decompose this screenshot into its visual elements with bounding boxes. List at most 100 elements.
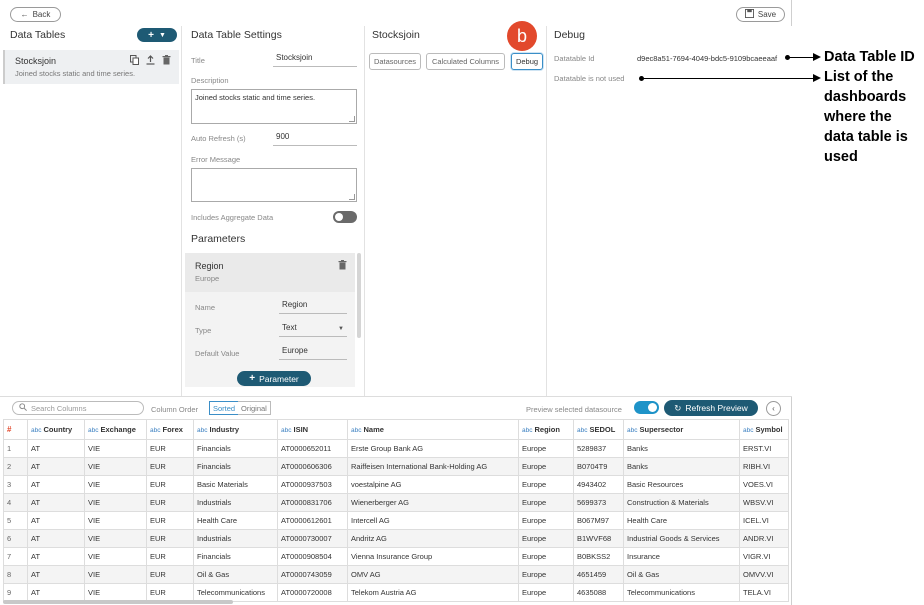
column-header-index[interactable]: #	[3, 419, 28, 440]
description-textarea[interactable]: Joined stocks static and time series.	[191, 89, 357, 124]
table-cell: VIE	[84, 511, 147, 530]
back-button[interactable]: ← Back	[10, 7, 61, 22]
table-cell: AT0000612601	[277, 511, 348, 530]
table-cell: Europe	[518, 529, 574, 548]
column-header[interactable]: abc Industry	[193, 419, 278, 440]
table-cell: Europe	[518, 583, 574, 602]
upload-icon[interactable]	[146, 55, 155, 67]
auto-refresh-input[interactable]: 900	[273, 132, 357, 146]
preview-toggle[interactable]	[634, 401, 659, 414]
table-cell: WBSV.VI	[739, 493, 789, 512]
table-cell: Telekom Austria AG	[347, 583, 519, 602]
column-header[interactable]: abc Exchange	[84, 419, 147, 440]
column-header[interactable]: abc Country	[27, 419, 85, 440]
annotation-arrow-line	[642, 78, 814, 79]
table-cell: AT0000606306	[277, 457, 348, 476]
resize-grip-icon[interactable]	[349, 194, 355, 200]
data-table-item[interactable]: Stocksjoin Joined stocks static and time…	[3, 50, 179, 84]
debug-panel: Debug Datatable Id d9ec8a51-7694-4049-bd…	[548, 26, 792, 396]
tab-debug[interactable]: Debug	[511, 53, 543, 70]
parameter-header[interactable]: Region Europe	[185, 253, 355, 292]
table-cell: Construction & Materials	[623, 493, 740, 512]
param-type-select[interactable]: Text ▼	[279, 323, 347, 337]
sorted-option[interactable]: Sorted	[209, 401, 240, 415]
title-input[interactable]: Stocksjoin	[273, 53, 357, 67]
table-row[interactable]: 1 AT VIE EUR Financials AT0000652011 Erste Gro…	[3, 439, 789, 458]
table-row[interactable]: 2 AT VIE EUR Financials AT0000606306 Raiffeise…	[3, 457, 789, 476]
row-index-cell: 5	[3, 511, 28, 530]
annotation-line: used	[824, 149, 858, 165]
table-row[interactable]: 7 AT VIE EUR Financials AT0000908504 Vienna In…	[3, 547, 789, 566]
refresh-icon: ↻	[674, 402, 682, 413]
param-default-input[interactable]: Europe	[279, 346, 347, 360]
collapse-button[interactable]: ‹	[766, 401, 781, 416]
text-type-icon: abc	[522, 427, 533, 434]
table-cell: Telecommunications	[193, 583, 278, 602]
text-type-icon: abc	[351, 427, 362, 434]
search-placeholder: Search Columns	[31, 403, 87, 413]
table-cell: VIE	[84, 475, 147, 494]
table-cell: AT0000743059	[277, 565, 348, 584]
original-option[interactable]: Original	[238, 401, 271, 415]
trash-icon[interactable]	[338, 260, 347, 272]
column-header[interactable]: abc Name	[347, 419, 519, 440]
resize-grip-icon[interactable]	[349, 116, 355, 122]
table-cell: ANDR.VI	[739, 529, 789, 548]
aggregate-label: Includes Aggregate Data	[191, 213, 274, 222]
table-cell: AT0000831706	[277, 493, 348, 512]
add-parameter-button[interactable]: + Parameter	[237, 371, 311, 386]
data-table-description: Joined stocks static and time series.	[15, 69, 136, 78]
table-cell: Intercell AG	[347, 511, 519, 530]
trash-icon[interactable]	[162, 55, 171, 67]
column-header[interactable]: abc Supersector	[623, 419, 740, 440]
arrow-left-icon: ←	[20, 10, 29, 19]
table-cell: Vienna Insurance Group	[347, 547, 519, 566]
column-header[interactable]: abc Symbol	[739, 419, 789, 440]
table-cell: EUR	[146, 547, 194, 566]
add-data-table-button[interactable]: + ▼	[137, 28, 177, 42]
table-row[interactable]: 3 AT VIE EUR Basic Materials AT0000937503 voes…	[3, 475, 789, 494]
parameters-scrollbar[interactable]	[357, 253, 361, 338]
table-cell: Financials	[193, 457, 278, 476]
table-cell: EUR	[146, 529, 194, 548]
table-row[interactable]: 8 AT VIE EUR Oil & Gas AT0000743059 OMV AG Euro…	[3, 565, 789, 584]
table-cell: Industrials	[193, 493, 278, 512]
table-row[interactable]: 9 AT VIE EUR Telecommunications AT0000720008 T…	[3, 583, 789, 602]
tab-datasources[interactable]: Datasources	[369, 53, 421, 70]
column-header[interactable]: abc SEDOL	[573, 419, 624, 440]
table-cell: EUR	[146, 493, 194, 512]
column-header[interactable]: abc ISIN	[277, 419, 348, 440]
table-row[interactable]: 5 AT VIE EUR Health Care AT0000612601 Intercel…	[3, 511, 789, 530]
table-cell: Europe	[518, 565, 574, 584]
table-cell: EUR	[146, 565, 194, 584]
debug-title: Debug	[554, 29, 585, 41]
column-header-label: Industry	[209, 425, 240, 434]
table-cell: AT0000908504	[277, 547, 348, 566]
search-icon	[19, 403, 27, 413]
search-columns-input[interactable]: Search Columns	[12, 401, 144, 415]
column-header[interactable]: abc Forex	[146, 419, 194, 440]
aggregate-toggle[interactable]	[333, 211, 357, 223]
refresh-preview-button[interactable]: ↻ Refresh Preview	[664, 400, 758, 416]
column-header-label: Name	[363, 425, 384, 434]
table-cell: VIE	[84, 547, 147, 566]
column-header[interactable]: abc Region	[518, 419, 574, 440]
table-cell: AT	[27, 529, 85, 548]
table-cell: Banks	[623, 439, 740, 458]
error-message-textarea[interactable]	[191, 168, 357, 202]
table-cell: 4635088	[573, 583, 624, 602]
stocksjoin-panel: Stocksjoin Datasources Calculated Column…	[366, 26, 547, 396]
table-row[interactable]: 6 AT VIE EUR Industrials AT0000730007 Andritz …	[3, 529, 789, 548]
param-name-input[interactable]: Region	[279, 300, 347, 314]
column-header-label: SEDOL	[589, 425, 616, 434]
table-cell: Europe	[518, 439, 574, 458]
duplicate-icon[interactable]	[130, 55, 139, 67]
table-cell: ERST.VI	[739, 439, 789, 458]
save-button[interactable]: Save	[736, 7, 785, 22]
text-type-icon: abc	[281, 427, 292, 434]
tab-calculated-columns[interactable]: Calculated Columns	[426, 53, 505, 70]
table-row[interactable]: 4 AT VIE EUR Industrials AT0000831706 Wienerbe…	[3, 493, 789, 512]
table-cell: VIE	[84, 529, 147, 548]
table-cell: Insurance	[623, 547, 740, 566]
table-horizontal-scrollbar[interactable]	[3, 600, 233, 604]
